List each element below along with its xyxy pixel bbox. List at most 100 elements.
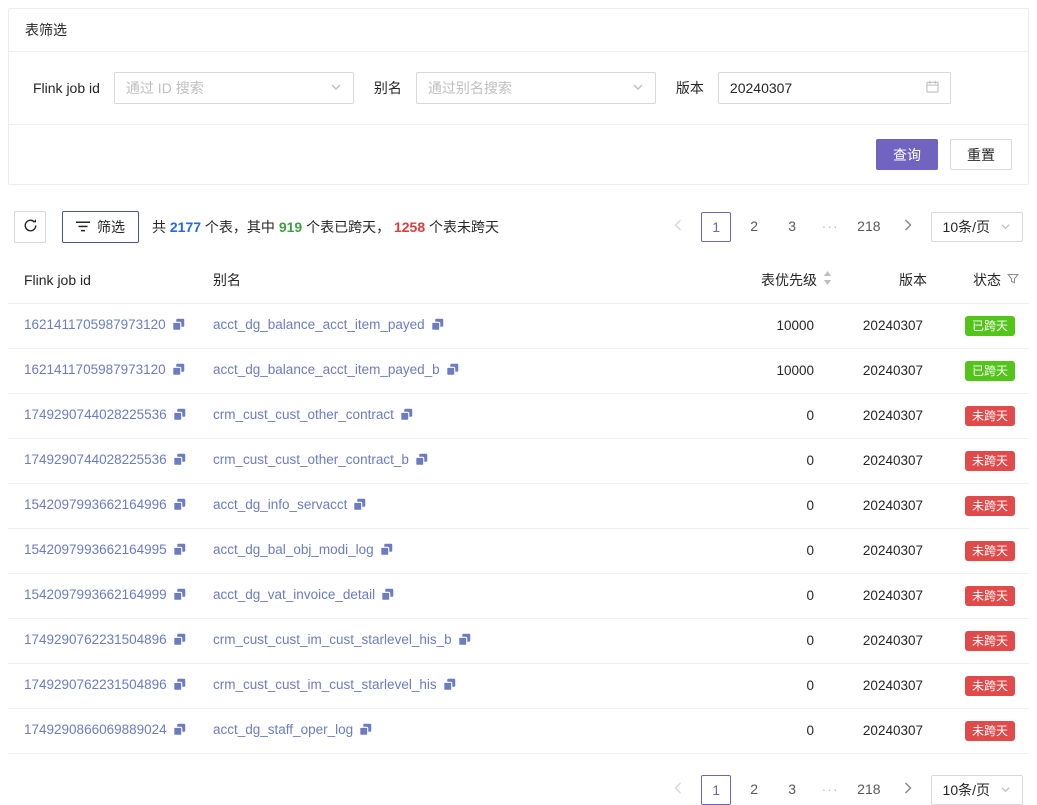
- refresh-button[interactable]: [14, 211, 46, 243]
- page-number-2[interactable]: 2: [739, 775, 769, 805]
- page-ellipsis[interactable]: ···: [815, 775, 845, 805]
- page-number-218[interactable]: 218: [853, 775, 884, 805]
- cell-priority: 0: [697, 573, 842, 618]
- copy-icon[interactable]: [173, 724, 186, 739]
- job-id-link[interactable]: 1749290866069889024: [24, 722, 167, 737]
- flink-job-id-select[interactable]: 通过 ID 搜索: [114, 72, 354, 104]
- copy-icon[interactable]: [400, 409, 413, 424]
- page-number-3[interactable]: 3: [777, 212, 807, 242]
- table-row: 1749290866069889024 acct_dg_staff_oper_lo…: [8, 708, 1029, 753]
- job-id-link[interactable]: 1542097993662164995: [24, 542, 167, 557]
- cell-job-id: 1542097993662164999: [8, 573, 203, 618]
- cell-alias: crm_cust_cust_other_contract_b: [203, 438, 697, 483]
- alias-link[interactable]: acct_dg_vat_invoice_detail: [213, 587, 375, 602]
- cell-version: 20240307: [842, 573, 937, 618]
- table-row: 1749290762231504896 crm_cust_cust_im_cust…: [8, 663, 1029, 708]
- copy-icon[interactable]: [173, 454, 186, 469]
- page-number-2[interactable]: 2: [739, 212, 769, 242]
- cell-job-id: 1749290744028225536: [8, 438, 203, 483]
- table-row: 1542097993662164999 acct_dg_vat_invoice_d…: [8, 573, 1029, 618]
- next-page-button[interactable]: [893, 212, 923, 242]
- page-number-1[interactable]: 1: [701, 212, 731, 242]
- copy-icon[interactable]: [381, 589, 394, 604]
- cell-priority: 0: [697, 663, 842, 708]
- alias-link[interactable]: acct_dg_balance_acct_item_payed_b: [213, 362, 440, 377]
- copy-icon[interactable]: [446, 364, 459, 379]
- page-ellipsis[interactable]: ···: [815, 212, 845, 242]
- copy-icon[interactable]: [458, 634, 471, 649]
- header-priority: 表优先级: [697, 257, 842, 303]
- cell-job-id: 1749290744028225536: [8, 393, 203, 438]
- copy-icon[interactable]: [173, 589, 186, 604]
- flink-job-id-placeholder: 通过 ID 搜索: [126, 78, 204, 98]
- alias-link[interactable]: acct_dg_staff_oper_log: [213, 722, 353, 737]
- copy-icon[interactable]: [173, 409, 186, 424]
- calendar-icon: [926, 80, 939, 96]
- alias-link[interactable]: acct_dg_bal_obj_modi_log: [213, 542, 374, 557]
- copy-icon[interactable]: [443, 679, 456, 694]
- copy-icon[interactable]: [380, 544, 393, 559]
- reset-button[interactable]: 重置: [950, 139, 1012, 170]
- cell-priority: 10000: [697, 303, 842, 348]
- copy-icon[interactable]: [173, 544, 186, 559]
- copy-icon[interactable]: [172, 364, 185, 379]
- copy-icon[interactable]: [173, 679, 186, 694]
- tables-table: Flink job id 别名 表优先级 版本 状态: [8, 257, 1029, 754]
- page-number-3[interactable]: 3: [777, 775, 807, 805]
- prev-page-button[interactable]: [663, 775, 693, 805]
- version-date-input[interactable]: 20240307: [718, 72, 951, 104]
- copy-icon[interactable]: [359, 724, 372, 739]
- job-id-link[interactable]: 1542097993662164996: [24, 497, 167, 512]
- next-page-button[interactable]: [893, 775, 923, 805]
- page-number-218[interactable]: 218: [853, 212, 884, 242]
- alias-link[interactable]: crm_cust_cust_other_contract: [213, 407, 394, 422]
- sort-icon[interactable]: [823, 271, 832, 288]
- alias-link[interactable]: crm_cust_cust_im_cust_starlevel_his_b: [213, 632, 452, 647]
- cell-job-id: 1621411705987973120: [8, 348, 203, 393]
- cell-alias: crm_cust_cust_other_contract: [203, 393, 697, 438]
- alias-select[interactable]: 通过别名搜索: [416, 72, 656, 104]
- alias-link[interactable]: acct_dg_info_servacct: [213, 497, 347, 512]
- status-badge: 已跨天: [965, 316, 1015, 336]
- job-id-link[interactable]: 1542097993662164999: [24, 587, 167, 602]
- copy-icon[interactable]: [415, 454, 428, 469]
- table-row: 1542097993662164996 acct_dg_info_servacct…: [8, 483, 1029, 528]
- chevron-down-icon: [1000, 782, 1011, 798]
- cell-status: 未跨天: [937, 618, 1029, 663]
- page-number-1[interactable]: 1: [701, 775, 731, 805]
- job-id-link[interactable]: 1749290762231504896: [24, 677, 167, 692]
- copy-icon[interactable]: [431, 319, 444, 334]
- bottom-bar: 123 ··· 218 10条/页: [14, 775, 1023, 805]
- alias-link[interactable]: crm_cust_cust_im_cust_starlevel_his: [213, 677, 437, 692]
- cell-status: 未跨天: [937, 438, 1029, 483]
- copy-icon[interactable]: [353, 499, 366, 514]
- page-size-value: 10条/页: [943, 217, 990, 237]
- cell-alias: crm_cust_cust_im_cust_starlevel_his: [203, 663, 697, 708]
- job-id-link[interactable]: 1749290744028225536: [24, 452, 167, 467]
- filter-toggle-button[interactable]: 筛选: [62, 211, 139, 243]
- copy-icon[interactable]: [172, 319, 185, 334]
- job-id-link[interactable]: 1749290744028225536: [24, 407, 167, 422]
- status-filter-funnel-icon[interactable]: [1007, 272, 1019, 288]
- page-size-select[interactable]: 10条/页: [931, 775, 1023, 805]
- status-badge: 未跨天: [965, 586, 1015, 606]
- prev-page-button[interactable]: [663, 212, 693, 242]
- cell-version: 20240307: [842, 483, 937, 528]
- header-status-label: 状态: [973, 270, 1001, 290]
- cell-status: 已跨天: [937, 348, 1029, 393]
- job-id-link[interactable]: 1749290762231504896: [24, 632, 167, 647]
- cell-version: 20240307: [842, 348, 937, 393]
- page-size-select[interactable]: 10条/页: [931, 212, 1023, 242]
- alias-link[interactable]: acct_dg_balance_acct_item_payed: [213, 317, 425, 332]
- field-flink-job-id: Flink job id 通过 ID 搜索: [33, 72, 354, 104]
- copy-icon[interactable]: [173, 634, 186, 649]
- cell-alias: acct_dg_info_servacct: [203, 483, 697, 528]
- pagination-bottom: 123 ··· 218 10条/页: [663, 775, 1023, 805]
- query-button[interactable]: 查询: [876, 139, 938, 170]
- job-id-link[interactable]: 1621411705987973120: [24, 317, 166, 332]
- cell-priority: 10000: [697, 348, 842, 393]
- alias-link[interactable]: crm_cust_cust_other_contract_b: [213, 452, 409, 467]
- copy-icon[interactable]: [173, 499, 186, 514]
- job-id-link[interactable]: 1621411705987973120: [24, 362, 166, 377]
- chevron-down-icon: [330, 80, 342, 96]
